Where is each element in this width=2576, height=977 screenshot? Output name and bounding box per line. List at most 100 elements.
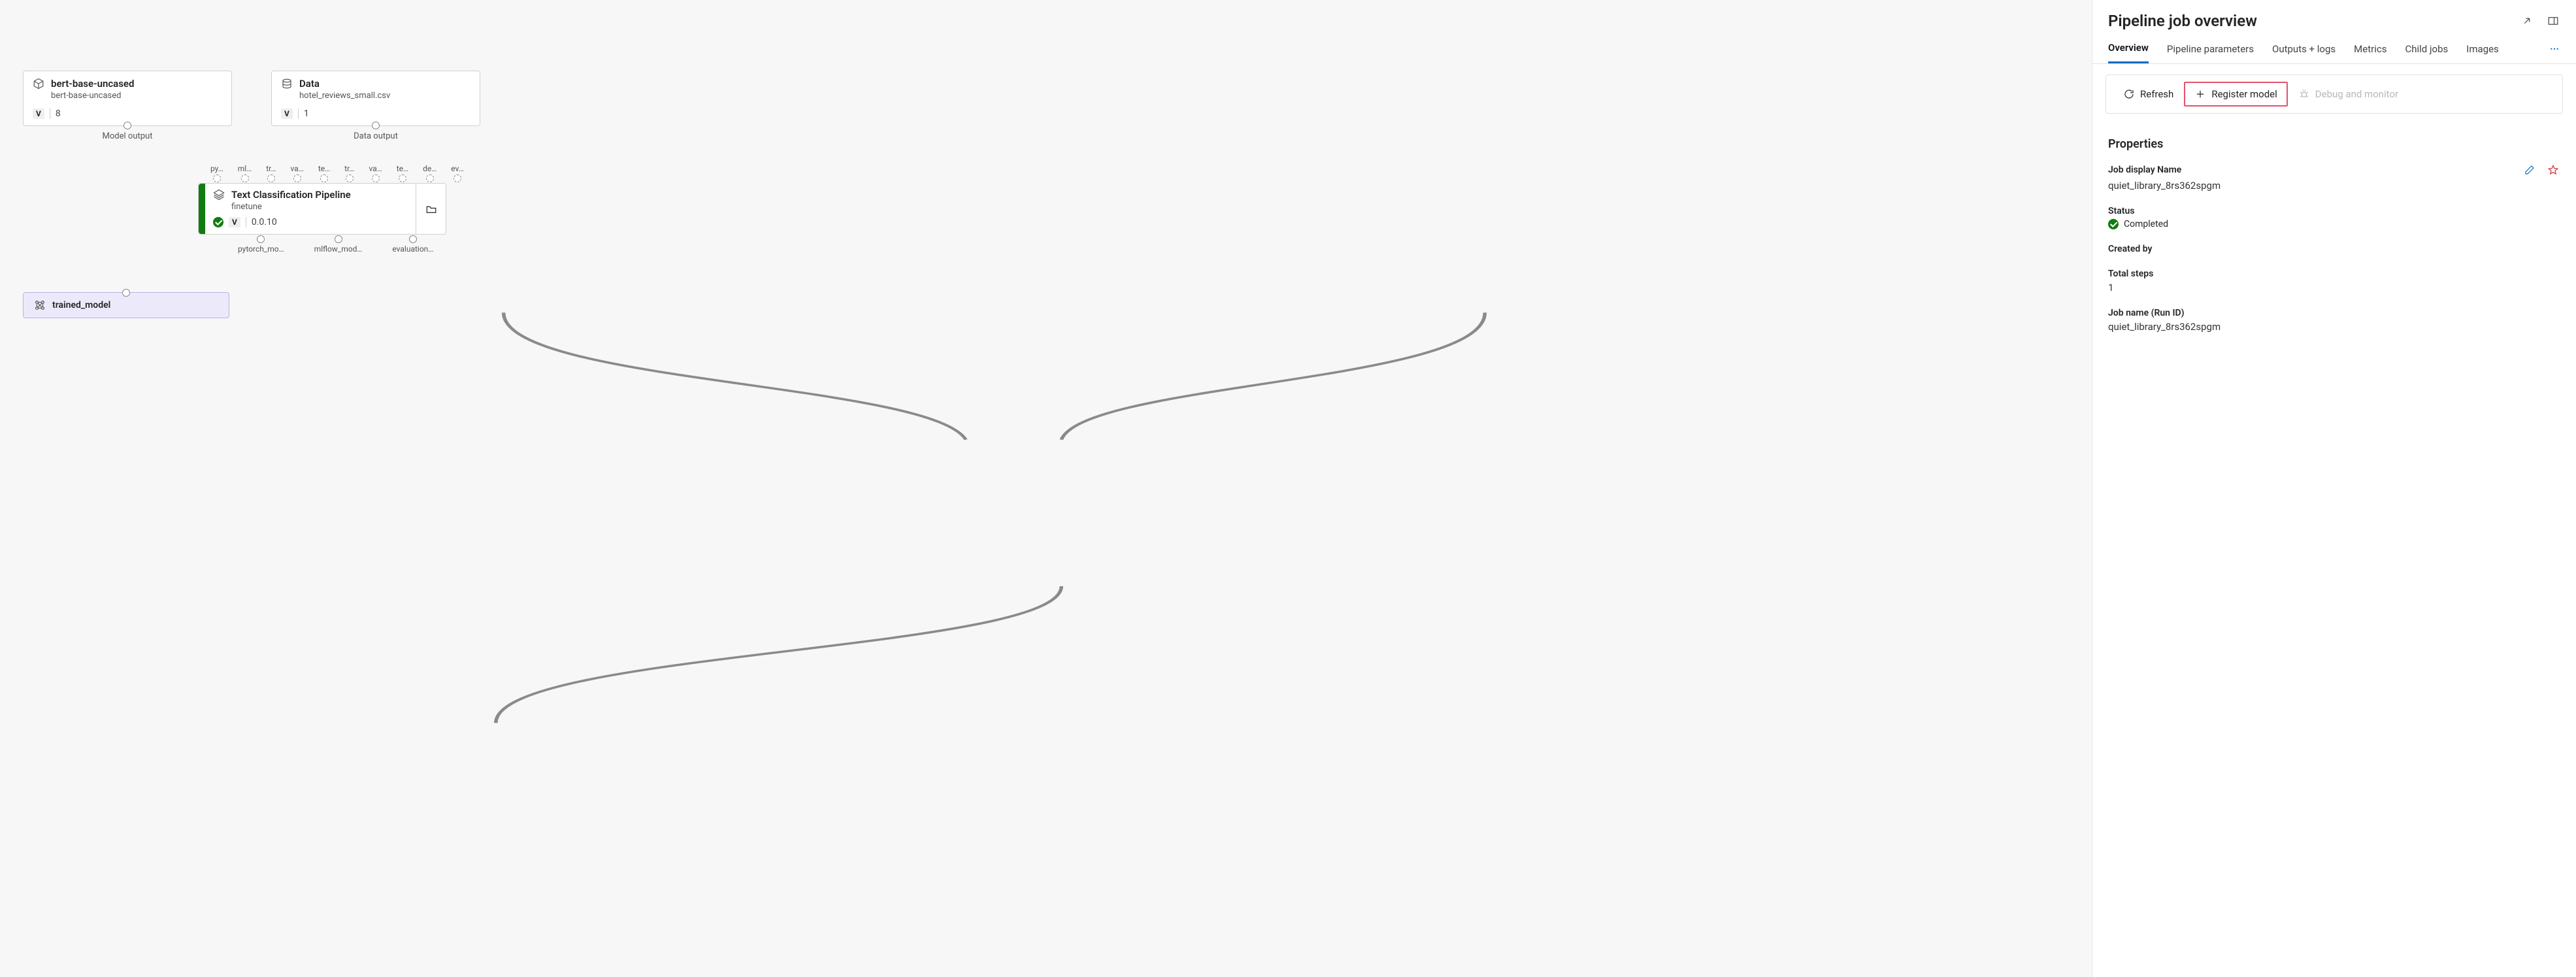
output-port-col: pytorch_mo… (238, 235, 284, 254)
output-ports: pytorch_mo… mlflow_mod… evaluation… (238, 235, 433, 254)
layers-icon (213, 189, 225, 201)
dataset-icon (281, 78, 293, 90)
version-number: 0.0.10 (246, 217, 277, 227)
tab-child-jobs[interactable]: Child jobs (2405, 43, 2448, 63)
prop-value-display-name: quiet_library_8rs362spgm (2108, 180, 2560, 191)
node-subtitle: hotel_reviews_small.csv (299, 91, 390, 101)
input-port[interactable] (213, 174, 221, 182)
input-port-col: va… (291, 164, 304, 182)
output-port-col: evaluation… (392, 235, 433, 254)
input-port[interactable] (454, 174, 461, 182)
cube-icon (33, 78, 44, 90)
input-port[interactable] (293, 174, 301, 182)
bug-icon (2298, 88, 2310, 100)
input-port[interactable] (320, 174, 328, 182)
refresh-button[interactable]: Refresh (2115, 84, 2181, 104)
input-port-label: tr… (266, 164, 276, 173)
input-port[interactable] (426, 174, 434, 182)
output-port[interactable] (409, 235, 417, 243)
output-port-label: Data output (354, 131, 398, 141)
input-port-label: tr… (344, 164, 354, 173)
version-number: 8 (50, 108, 61, 119)
debug-monitor-button: Debug and monitor (2290, 84, 2406, 104)
output-port-col: mlflow_mod… (314, 235, 363, 254)
tab-outputs-logs[interactable]: Outputs + logs (2272, 43, 2336, 63)
output-port-label: mlflow_mod… (314, 244, 363, 254)
node-bert[interactable]: bert-base-uncased bert-base-uncased V 8 … (23, 71, 232, 126)
input-port-label: ev… (451, 164, 464, 173)
input-port-label: va… (369, 164, 382, 173)
star-icon[interactable] (2546, 163, 2560, 177)
input-port-col: tr… (266, 164, 276, 182)
status-stripe (199, 184, 205, 234)
input-port[interactable] (346, 174, 354, 182)
input-ports: py… ml… tr… va… te… tr… va… te… de… ev… (210, 164, 464, 182)
register-model-button[interactable]: Register model (2184, 82, 2287, 107)
input-port[interactable] (372, 174, 380, 182)
node-title: Text Classification Pipeline (231, 189, 351, 201)
prop-label-created-by: Created by (2108, 244, 2560, 254)
input-port-col: te… (397, 164, 408, 182)
version-badge: V (229, 217, 240, 227)
check-icon (213, 217, 223, 227)
input-port-label: te… (397, 164, 408, 173)
edit-icon[interactable] (2522, 163, 2537, 177)
details-panel: Pipeline job overview Overview Pipeline … (2092, 0, 2576, 977)
prop-label-display-name: Job display Name (2108, 165, 2181, 175)
input-port-col: ml… (238, 164, 252, 182)
input-port-col: va… (369, 164, 382, 182)
tab-overflow-button[interactable]: ⋯ (2550, 44, 2560, 62)
pipeline-canvas[interactable]: bert-base-uncased bert-base-uncased V 8 … (0, 0, 2092, 977)
input-port-col: de… (423, 164, 437, 182)
prop-label-status: Status (2108, 206, 2560, 216)
input-port-label: te… (318, 164, 330, 173)
tab-metrics[interactable]: Metrics (2354, 43, 2386, 63)
version-badge: V (281, 108, 293, 119)
node-subtitle: bert-base-uncased (51, 91, 134, 101)
node-trained-model[interactable]: trained_model (23, 292, 229, 318)
node-title: trained_model (52, 300, 110, 310)
prop-value-total-steps: 1 (2108, 282, 2560, 293)
folder-button[interactable] (416, 184, 446, 234)
input-port-label: py… (210, 164, 223, 173)
input-port-col: py… (210, 164, 223, 182)
input-port[interactable] (122, 289, 130, 297)
input-port[interactable] (399, 174, 406, 182)
output-port[interactable] (335, 235, 342, 243)
graph-icon (34, 299, 46, 311)
tab-overview[interactable]: Overview (2108, 42, 2149, 63)
prop-value-run-id: quiet_library_8rs362spgm (2108, 321, 2560, 333)
expand-icon[interactable] (2520, 14, 2534, 28)
action-toolbar: Refresh Register model Debug and monitor (2105, 75, 2563, 114)
input-port[interactable] (267, 174, 275, 182)
input-port-col: tr… (344, 164, 354, 182)
output-port-label: Model output (103, 131, 153, 141)
output-port[interactable] (257, 235, 265, 243)
output-port-label: pytorch_mo… (238, 244, 284, 254)
node-pipeline[interactable]: Text Classification Pipeline finetune V … (198, 183, 446, 235)
input-port-label: ml… (238, 164, 252, 173)
debug-label: Debug and monitor (2315, 88, 2398, 100)
properties-heading: Properties (2108, 137, 2560, 151)
input-port-label: de… (423, 164, 437, 173)
panel-title: Pipeline job overview (2108, 12, 2257, 30)
input-port-label: va… (291, 164, 304, 173)
tab-parameters[interactable]: Pipeline parameters (2167, 43, 2254, 63)
connection-layer (0, 0, 2092, 977)
node-data[interactable]: Data hotel_reviews_small.csv V 1 Data ou… (271, 71, 480, 126)
refresh-icon (2123, 88, 2135, 100)
output-port[interactable] (372, 122, 380, 129)
node-subtitle: finetune (231, 202, 351, 212)
version-number: 1 (298, 108, 309, 119)
input-port-col: ev… (451, 164, 464, 182)
prop-label-total-steps: Total steps (2108, 269, 2560, 279)
tab-bar: Overview Pipeline parameters Outputs + l… (2092, 33, 2576, 64)
version-badge: V (33, 108, 44, 119)
input-port-col: te… (318, 164, 330, 182)
output-port-label: evaluation… (392, 244, 433, 254)
input-port[interactable] (241, 174, 249, 182)
prop-value-status: Completed (2124, 219, 2168, 229)
tab-images[interactable]: Images (2466, 43, 2499, 63)
dock-icon[interactable] (2546, 14, 2560, 28)
output-port[interactable] (124, 122, 131, 129)
